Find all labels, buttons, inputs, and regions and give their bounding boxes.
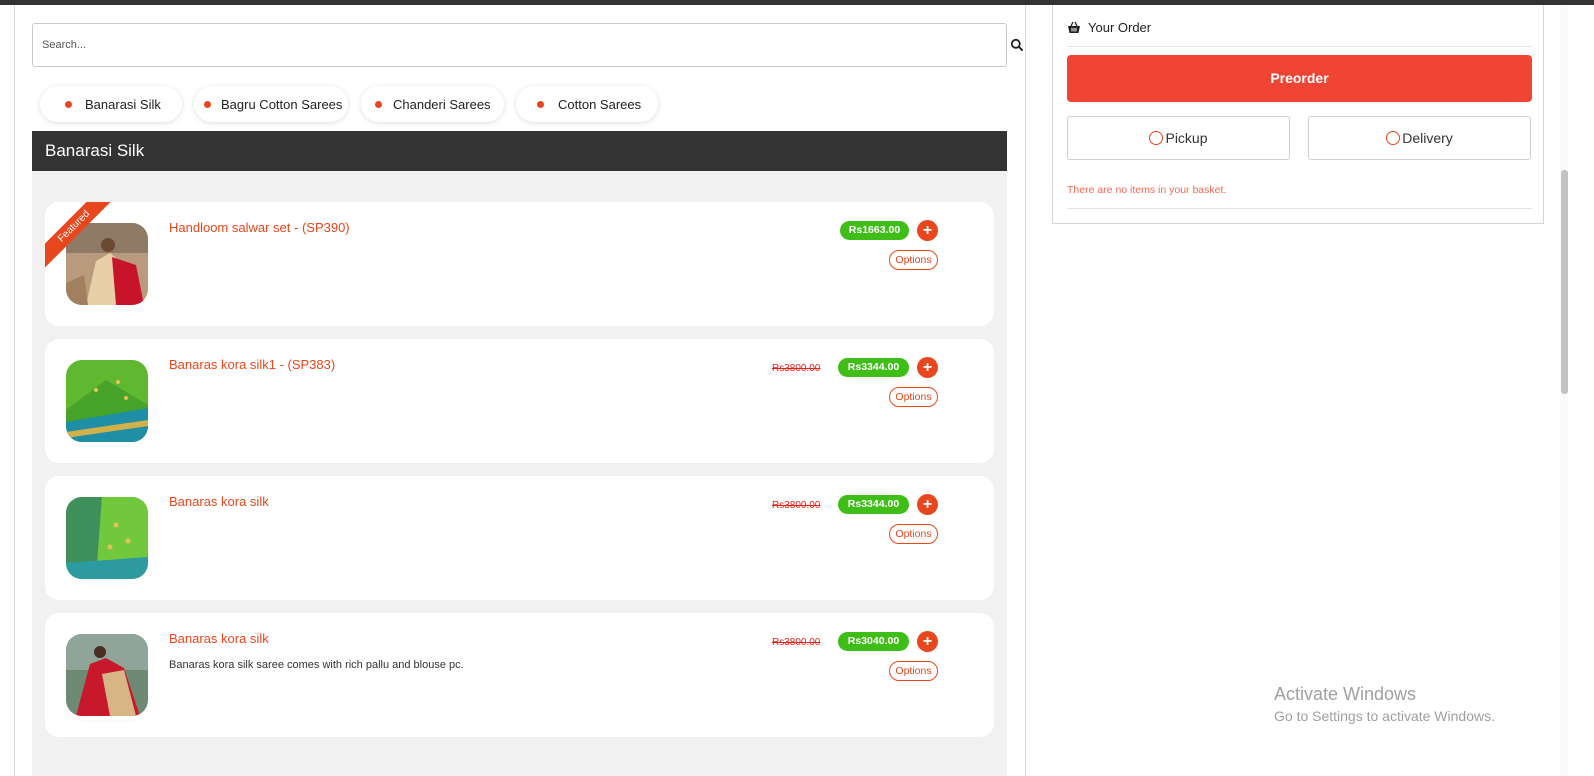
options-button[interactable]: Options <box>889 387 938 407</box>
bullet-dot-icon <box>65 100 72 108</box>
delivery-option-button[interactable]: Delivery <box>1308 116 1531 160</box>
radio-circle-icon[interactable] <box>1386 131 1401 145</box>
product-card[interactable]: Banaras kora silk Rs3800.00 Rs3344.00 + … <box>45 476 994 600</box>
add-to-cart-button[interactable]: + <box>917 220 938 241</box>
product-card[interactable]: Banaras kora silk1 - (SP383) Rs3800.00 R… <box>45 339 994 463</box>
original-price: Rs3800.00 <box>772 637 821 648</box>
featured-ribbon: Featured <box>45 202 115 272</box>
category-label: Chanderi Sarees <box>393 96 491 112</box>
product-title[interactable]: Handloom salwar set - (SP390) <box>169 220 350 235</box>
order-header: Your Order <box>1067 19 1532 47</box>
add-to-cart-button[interactable]: + <box>917 631 938 652</box>
original-price: Rs3800.00 <box>772 500 821 511</box>
category-section-header: Banarasi Silk <box>32 131 1007 171</box>
search-box <box>32 23 1023 67</box>
pickup-label: Pickup <box>1165 130 1208 146</box>
add-to-cart-button[interactable]: + <box>917 357 938 378</box>
category-pill-cotton-sarees[interactable]: Cotton Sarees <box>516 86 658 122</box>
basket-icon <box>1068 21 1080 33</box>
add-to-cart-button[interactable]: + <box>917 494 938 515</box>
bullet-dot-icon <box>537 100 544 108</box>
product-description: Banaras kora silk saree comes with rich … <box>169 659 464 671</box>
activate-windows-subtitle: Go to Settings to activate Windows. <box>1274 708 1495 724</box>
options-button[interactable]: Options <box>889 661 938 681</box>
product-title[interactable]: Banaras kora silk1 - (SP383) <box>169 357 335 372</box>
preorder-button[interactable]: Preorder <box>1067 55 1532 102</box>
product-card[interactable]: Banaras kora silk Banaras kora silk sare… <box>45 613 994 737</box>
category-label: Cotton Sarees <box>558 96 642 112</box>
category-pill-banarasi-silk[interactable]: Banarasi Silk <box>40 86 182 122</box>
delivery-label: Delivery <box>1402 130 1453 146</box>
product-card[interactable]: Featured Handloom salwar set - (SP390) R… <box>45 202 994 326</box>
product-image[interactable] <box>66 360 148 442</box>
bullet-dot-icon <box>204 100 211 108</box>
featured-ribbon-wrap: Featured <box>45 202 115 272</box>
activate-windows-title: Activate Windows <box>1274 684 1417 704</box>
bullet-dot-icon <box>375 100 382 108</box>
panel-divider <box>1067 208 1532 209</box>
page-edge-left <box>14 5 15 776</box>
product-title[interactable]: Banaras kora silk <box>169 631 269 646</box>
pickup-option-button[interactable]: Pickup <box>1067 116 1290 160</box>
category-label: Banarasi Silk <box>85 96 161 112</box>
search-icon[interactable] <box>1010 38 1024 52</box>
radio-circle-icon[interactable] <box>1149 131 1164 145</box>
price-badge: Rs3344.00 <box>838 358 909 377</box>
product-title[interactable]: Banaras kora silk <box>169 494 269 509</box>
original-price: Rs3800.00 <box>772 363 821 374</box>
order-panel: Your Order Preorder Pickup Delivery Ther… <box>1052 5 1544 224</box>
price-badge: Rs1663.00 <box>840 221 909 240</box>
category-label: Bagru Cotton Sarees <box>221 96 343 112</box>
category-pill-bagru-cotton-sarees[interactable]: Bagru Cotton Sarees <box>194 86 348 122</box>
price-badge: Rs3040.00 <box>838 632 909 651</box>
options-button[interactable]: Options <box>889 250 938 270</box>
options-button[interactable]: Options <box>889 524 938 544</box>
empty-basket-message: There are no items in your basket. <box>1067 184 1227 196</box>
product-image[interactable] <box>66 634 148 716</box>
scrollbar-thumb[interactable] <box>1561 170 1568 394</box>
search-input[interactable] <box>33 24 963 66</box>
order-title: Your Order <box>1088 20 1152 35</box>
price-badge: Rs3344.00 <box>838 495 909 514</box>
product-image[interactable] <box>66 497 148 579</box>
category-pill-chanderi-sarees[interactable]: Chanderi Sarees <box>361 86 504 122</box>
page-edge-right <box>1025 5 1026 776</box>
